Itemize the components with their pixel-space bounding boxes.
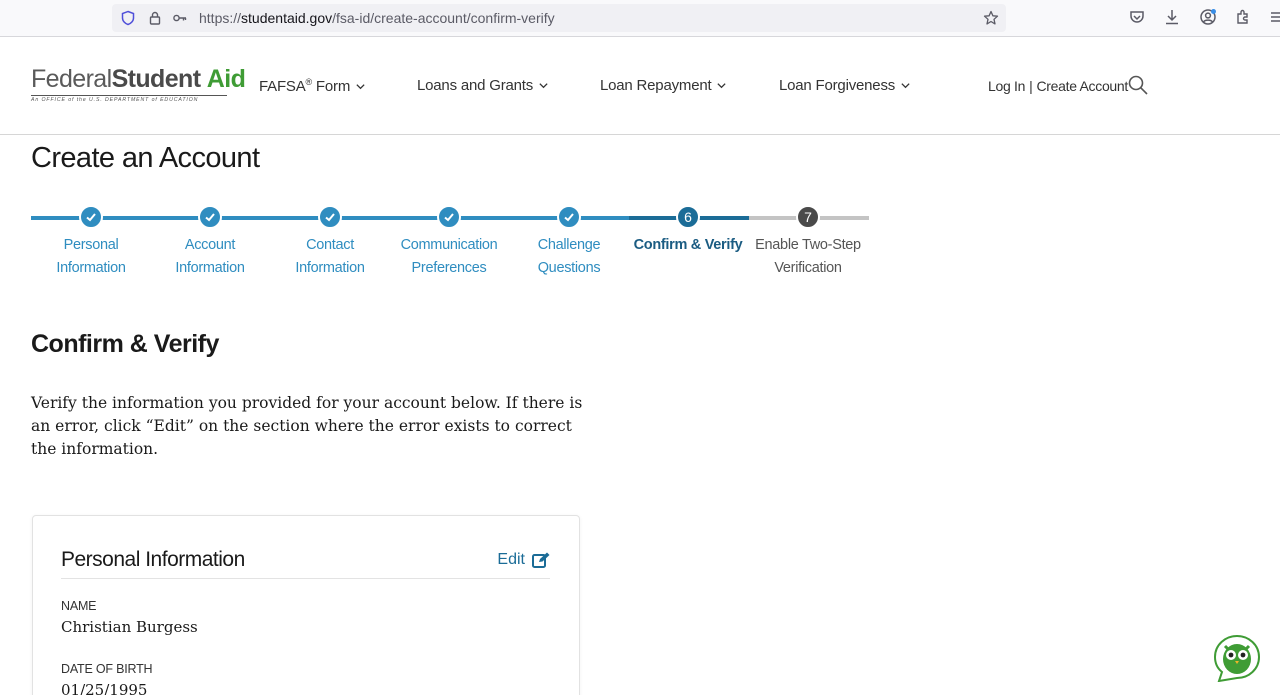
chevron-down-icon [717,83,727,89]
auth-separator: | [1029,78,1033,94]
step-label: Challenge Questions [537,237,601,276]
step-account-information[interactable]: Account Information [150,205,270,280]
progress-stepper: Personal Information Account Information C… [31,205,871,285]
check-icon [198,205,222,229]
create-account-link[interactable]: Create Account [1036,78,1128,94]
name-label: NAME [61,599,97,613]
bookmark-star-icon[interactable] [983,10,999,26]
step-communication-preferences[interactable]: Communication Preferences [389,205,509,280]
lock-icon[interactable] [147,10,163,26]
address-bar[interactable]: https://studentaid.gov/fsa-id/create-acc… [112,4,1006,32]
check-icon [318,205,342,229]
step-contact-information[interactable]: Contact Information [270,205,390,280]
browser-toolbar: https://studentaid.gov/fsa-id/create-acc… [0,0,1280,37]
dob-label: DATE OF BIRTH [61,662,153,676]
step-label: Personal Information [56,237,126,276]
personal-information-card: Personal Information Edit NAME Christian… [32,515,580,695]
fsa-logo[interactable]: FederalStudent Aid An OFFICE of the U.S.… [31,65,246,103]
step-label: Enable Two-Step Verification [755,237,861,276]
nav-loan-forgiveness[interactable]: Loan Forgiveness [779,77,911,94]
check-icon [557,205,581,229]
step-label: Contact Information [295,237,365,276]
check-icon [79,205,103,229]
nav-fafsa-form[interactable]: FAFSA® Form [259,77,366,95]
edit-label: Edit [497,551,525,568]
check-icon [437,205,461,229]
step-enable-two-step: 7 Enable Two-Step Verification [748,205,868,280]
edit-icon [532,552,550,568]
owl-chat-icon[interactable] [1213,634,1261,682]
edit-button[interactable]: Edit [497,551,550,569]
chevron-down-icon [539,83,548,89]
key-icon[interactable] [172,10,188,26]
step-label: Confirm & Verify [633,237,743,253]
name-value: Christian Burgess [61,618,198,636]
extensions-icon[interactable] [1234,8,1252,26]
step-number-badge: 6 [676,205,700,229]
nav-loans-and-grants[interactable]: Loans and Grants [417,77,549,94]
shield-icon[interactable] [120,10,136,26]
intro-text: Verify the information you provided for … [31,394,583,458]
dob-value: 01/25/1995 [61,681,148,695]
step-confirm-verify: 6 Confirm & Verify [628,205,748,257]
step-personal-information[interactable]: Personal Information [31,205,151,280]
card-title: Personal Information [61,548,245,571]
menu-icon[interactable] [1268,8,1280,26]
logo-tagline: An OFFICE of the U.S. DEPARTMENT of EDUC… [31,95,227,103]
account-icon[interactable] [1199,8,1217,26]
search-icon[interactable] [1127,74,1149,96]
login-link[interactable]: Log In [988,78,1025,94]
page-title: Create an Account [31,142,260,174]
url-text[interactable]: https://studentaid.gov/fsa-id/create-acc… [199,10,555,26]
card-divider [61,578,550,579]
section-title: Confirm & Verify [31,330,219,358]
step-number-badge: 7 [796,205,820,229]
nav-loan-repayment[interactable]: Loan Repayment [600,77,727,94]
auth-links: Log In | Create Account [988,78,1128,94]
step-label: Account Information [175,237,245,276]
download-icon[interactable] [1163,8,1181,26]
pocket-icon[interactable] [1128,8,1146,26]
chevron-down-icon [901,83,910,89]
chevron-down-icon [356,83,365,89]
step-label: Communication Preferences [400,237,498,276]
site-header: FederalStudent Aid An OFFICE of the U.S.… [0,37,1280,135]
step-challenge-questions[interactable]: Challenge Questions [509,205,629,280]
